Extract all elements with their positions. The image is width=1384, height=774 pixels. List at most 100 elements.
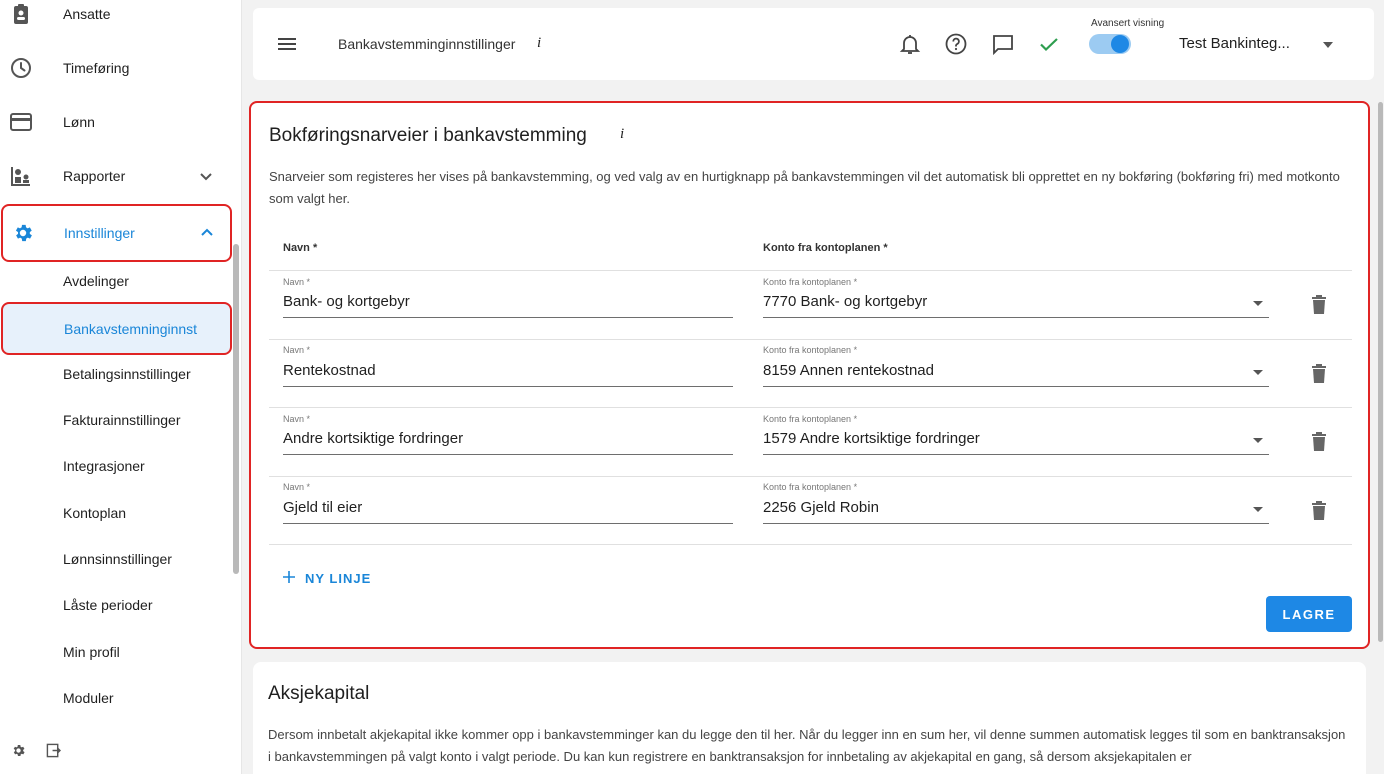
sidebar-subitem-kontoplan[interactable]: Kontoplan xyxy=(0,490,232,536)
card-title: Aksjekapital xyxy=(268,683,370,704)
add-line-button[interactable]: NY LINJE xyxy=(283,571,371,586)
info-icon[interactable]: i xyxy=(620,126,624,143)
column-header-name: Navn * xyxy=(283,242,318,254)
logout-icon[interactable] xyxy=(46,743,62,763)
bell-icon[interactable] xyxy=(898,32,922,56)
main-scrollbar[interactable] xyxy=(1378,102,1383,642)
sidebar-subitem-min-profil[interactable]: Min profil xyxy=(0,629,232,675)
gear-icon xyxy=(12,222,34,244)
name-field[interactable]: Gjeld til eier xyxy=(283,499,362,516)
sidebar-subitem-laste-perioder[interactable]: Låste perioder xyxy=(0,582,232,628)
help-icon[interactable] xyxy=(944,32,968,56)
sidebar-item-label: Ansatte xyxy=(63,6,111,22)
sidebar-item-ansatte[interactable]: Ansatte xyxy=(0,0,232,41)
row-divider xyxy=(269,270,1352,271)
name-field[interactable]: Andre kortsiktige fordringer xyxy=(283,430,463,447)
sidebar-subitem-lonnsinnstillinger[interactable]: Lønnsinnstillinger xyxy=(0,536,232,582)
save-button[interactable]: LAGRE xyxy=(1266,596,1352,632)
delete-icon[interactable] xyxy=(1309,500,1329,522)
field-underline xyxy=(763,454,1269,455)
name-field[interactable]: Rentekostnad xyxy=(283,362,376,379)
chat-icon[interactable] xyxy=(991,32,1015,56)
field-underline xyxy=(283,386,733,387)
sidebar-subitem-integrasjoner[interactable]: Integrasjoner xyxy=(0,443,232,489)
chevron-up-icon[interactable] xyxy=(197,223,217,243)
shortcuts-card: Bokføringsnarveier i bankavstemming i Sn… xyxy=(249,101,1370,649)
plus-icon xyxy=(283,571,295,586)
caret-down-icon[interactable] xyxy=(1251,365,1265,379)
card-description: Dersom innbetalt akjekapital ikke kommer… xyxy=(268,727,1346,764)
sidebar-item-label: Rapporter xyxy=(63,168,126,184)
row-divider xyxy=(269,339,1352,340)
page-title: Bankavstemminginnstillinger xyxy=(338,36,516,52)
badge-icon xyxy=(10,3,32,25)
field-underline xyxy=(763,386,1269,387)
caret-down-icon[interactable] xyxy=(1251,502,1265,516)
account-select[interactable]: 7770 Bank- og kortgebyr xyxy=(763,293,927,310)
row-divider xyxy=(269,544,1352,545)
row-divider xyxy=(269,476,1352,477)
info-icon[interactable]: i xyxy=(537,35,541,52)
share-capital-card: Aksjekapital Dersom innbetalt akjekapita… xyxy=(253,662,1366,774)
delete-icon[interactable] xyxy=(1309,431,1329,453)
field-underline xyxy=(763,523,1269,524)
sidebar-item-label: Lønn xyxy=(63,114,95,130)
name-field-label: Navn * xyxy=(283,277,311,287)
clock-icon xyxy=(10,57,32,79)
toggle-knob xyxy=(1111,35,1129,53)
sidebar-subitem-bankavstemming[interactable]: Bankavstemninginnst xyxy=(1,302,232,355)
account-field-label: Konto fra kontoplanen * xyxy=(763,414,858,424)
name-field-label: Navn * xyxy=(283,345,311,355)
sidebar-subitem-label: Fakturainnstillinger xyxy=(63,412,181,428)
caret-down-icon[interactable] xyxy=(1251,296,1265,310)
sidebar-subitem-label: Kontoplan xyxy=(63,505,127,521)
delete-icon[interactable] xyxy=(1309,363,1329,385)
sidebar-subitem-label: Moduler xyxy=(63,690,114,705)
account-select[interactable]: 1579 Andre kortsiktige fordringer xyxy=(763,430,980,447)
delete-icon[interactable] xyxy=(1309,294,1329,316)
sidebar-subitem-label: Låste perioder xyxy=(63,597,153,613)
name-field-label: Navn * xyxy=(283,482,311,492)
card-title: Bokføringsnarveier i bankavstemming xyxy=(269,125,587,146)
sidebar-subitem-faktura[interactable]: Fakturainnstillinger xyxy=(0,397,232,443)
sidebar-item-label: Timeføring xyxy=(63,60,130,76)
sidebar-subitem-label: Avdelinger xyxy=(63,273,129,289)
sidebar-item-timeforing[interactable]: Timeføring xyxy=(0,41,232,95)
account-select[interactable]: 8159 Annen rentekostnad xyxy=(763,362,934,379)
field-underline xyxy=(283,317,733,318)
sidebar-subitem-label: Min profil xyxy=(63,644,120,660)
caret-down-icon[interactable] xyxy=(1251,433,1265,447)
sidebar-subitem-moduler[interactable]: Moduler xyxy=(0,675,232,705)
sidebar-item-innstillinger[interactable]: Innstillinger xyxy=(1,204,232,262)
card-description: Snarveier som registeres her vises på ba… xyxy=(269,169,1340,206)
chevron-down-icon[interactable] xyxy=(196,166,216,186)
caret-down-icon[interactable] xyxy=(1321,38,1335,52)
account-field-label: Konto fra kontoplanen * xyxy=(763,482,858,492)
advanced-view-label: Avansert visning xyxy=(1091,18,1165,29)
field-underline xyxy=(283,454,733,455)
account-select[interactable]: 2256 Gjeld Robin xyxy=(763,499,879,516)
name-field[interactable]: Bank- og kortgebyr xyxy=(283,293,410,310)
account-field-label: Konto fra kontoplanen * xyxy=(763,277,858,287)
sidebar-subitem-betaling[interactable]: Betalingsinnstillinger xyxy=(0,351,232,397)
field-underline xyxy=(763,317,1269,318)
sidebar-subitem-label: Bankavstemninginnst xyxy=(64,320,198,337)
sidebar-item-rapporter[interactable]: Rapporter xyxy=(0,149,232,203)
check-icon[interactable] xyxy=(1037,32,1061,56)
column-header-account: Konto fra kontoplanen * xyxy=(763,242,888,254)
advanced-view-toggle[interactable] xyxy=(1089,34,1131,54)
sidebar: Ansatte Timeføring Lønn Rapporter Innsti… xyxy=(0,0,242,774)
settings-gear-icon[interactable] xyxy=(11,743,26,763)
sidebar-scrollbar[interactable] xyxy=(233,244,239,574)
sidebar-subitem-label: Integrasjoner xyxy=(63,458,145,474)
sidebar-subitem-label: Betalingsinnstillinger xyxy=(63,366,191,382)
sidebar-item-lonn[interactable]: Lønn xyxy=(0,95,232,149)
company-selector[interactable]: Test Bankinteg... xyxy=(1179,35,1290,52)
sidebar-subitem-label: Lønnsinnstillinger xyxy=(63,551,172,567)
sidebar-subitem-avdelinger[interactable]: Avdelinger xyxy=(0,258,232,304)
menu-icon[interactable] xyxy=(277,34,297,54)
report-icon xyxy=(10,165,32,187)
credit-card-icon xyxy=(10,111,32,133)
add-line-label: NY LINJE xyxy=(305,571,372,586)
account-field-label: Konto fra kontoplanen * xyxy=(763,345,858,355)
